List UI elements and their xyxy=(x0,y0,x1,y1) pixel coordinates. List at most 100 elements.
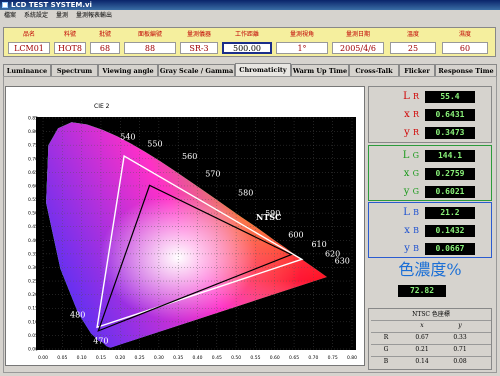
tab-flicker[interactable]: Flicker xyxy=(399,64,435,76)
green-y-label: y G xyxy=(403,186,419,197)
ntsc-table-title: NTSC 色座標 xyxy=(412,311,450,318)
y-tick-label: 0.60 xyxy=(28,183,38,189)
wavelength-label: 600 xyxy=(288,231,303,240)
info-label: 品名 xyxy=(22,31,35,38)
info-label: 工作距離 xyxy=(234,31,259,38)
tab-response-time[interactable]: Response Time xyxy=(435,64,497,76)
tab-gray-scale-gamma[interactable]: Gray Scale / Gamma xyxy=(158,64,235,76)
info-working-distance: 工作距離 500.00 xyxy=(222,30,272,54)
red-y-row: y R 0.3473 xyxy=(369,124,493,142)
info-value[interactable]: 68 xyxy=(90,42,120,54)
x-tick-label: 0.20 xyxy=(115,355,125,361)
info-label: 量測視角 xyxy=(289,31,314,38)
menu-file[interactable]: 檔案 xyxy=(4,12,16,19)
table-cell: 0.14 xyxy=(415,358,429,365)
info-value[interactable]: SR-3 xyxy=(180,42,218,54)
info-viewing-angle: 量測視角 1° xyxy=(276,30,328,54)
blue-y-label: y B xyxy=(404,243,419,254)
table-cell: G xyxy=(383,346,389,353)
info-label: 面板編號 xyxy=(137,31,162,38)
red-y-value: 0.3473 xyxy=(425,127,475,139)
color-saturation-title: 色濃度% xyxy=(398,260,462,279)
x-tick-label: 0.25 xyxy=(135,355,145,361)
info-value[interactable]: 1° xyxy=(276,42,328,54)
green-luminance-label: L G xyxy=(402,150,419,161)
menu-measure[interactable]: 量測 xyxy=(56,12,68,19)
menu-bar: 檔案 系統設定 量測 量測報表輸出 xyxy=(0,11,500,21)
tab-chromaticity[interactable]: Chromaticity xyxy=(235,63,291,76)
info-value[interactable]: 500.00 xyxy=(222,42,272,54)
info-panel-number: 面板編號 88 xyxy=(124,30,176,54)
tab-viewing-angle[interactable]: Viewing angle xyxy=(98,64,158,76)
info-product-name: 品名 LCM01 xyxy=(8,30,50,54)
y-tick-label: 0.80 xyxy=(28,129,38,135)
menu-report-output[interactable]: 量測報表輸出 xyxy=(76,12,112,19)
tab-luminance[interactable]: Luminance xyxy=(3,64,51,76)
info-value[interactable]: LCM01 xyxy=(8,42,50,54)
blue-x-label: x B xyxy=(404,225,419,236)
header-cell: x xyxy=(420,322,424,329)
title-bar: LCD TEST SYSTEM.vi xyxy=(0,0,500,10)
blue-x-row: x B 0.1432 xyxy=(369,222,493,240)
ntsc-table-row-r: R 0.67 0.33 xyxy=(371,333,491,343)
green-y-row: y G 0.6021 xyxy=(369,183,493,201)
y-tick-label: 0.70 xyxy=(28,156,38,162)
menu-system-settings[interactable]: 系統設定 xyxy=(24,12,48,19)
x-tick-label: 0.00 xyxy=(38,355,48,361)
y-tick-label: 0.15 xyxy=(28,306,38,312)
info-value[interactable]: 88 xyxy=(124,42,176,54)
y-tick-label: 0.45 xyxy=(28,224,38,230)
info-measure-date: 量測日期 2005/4/6 xyxy=(332,30,384,54)
tab-cross-talk[interactable]: Cross-Talk xyxy=(349,64,399,76)
wavelength-label: 580 xyxy=(238,188,253,197)
x-tick-label: 0.55 xyxy=(250,355,260,361)
blue-luminance-row: L B 21.2 xyxy=(369,204,493,222)
green-x-row: x G 0.2759 xyxy=(369,165,493,183)
x-tick-label: 0.50 xyxy=(231,355,241,361)
x-tick-label: 0.70 xyxy=(308,355,318,361)
red-luminance-label: L R xyxy=(403,91,419,102)
tab-warm-up-time[interactable]: Warm Up Time xyxy=(291,64,349,76)
info-value[interactable]: 2005/4/6 xyxy=(332,42,384,54)
info-instrument: 量測儀器 SR-3 xyxy=(180,30,218,54)
table-cell: R xyxy=(383,334,389,341)
y-tick-label: 0.85 xyxy=(28,116,38,122)
x-tick-label: 0.05 xyxy=(57,355,67,361)
x-axis-ticks: 0.00 0.05 0.10 0.15 0.20 0.25 0.30 0.35 0.40 0.45… xyxy=(38,355,357,361)
window-title: LCD TEST SYSTEM.vi xyxy=(11,1,92,9)
app-icon xyxy=(2,2,8,8)
info-humidity: 濕度 60 xyxy=(442,30,488,54)
info-value[interactable]: 25 xyxy=(390,42,436,54)
green-x-label: x G xyxy=(403,168,419,179)
x-tick-label: 0.40 xyxy=(192,355,202,361)
x-tick-label: 0.30 xyxy=(154,355,164,361)
chart-title: CIE 2 xyxy=(94,103,110,110)
wavelength-label: 630 xyxy=(335,256,350,265)
x-tick-label: 0.45 xyxy=(212,355,222,361)
y-tick-label: 0.10 xyxy=(28,319,38,325)
green-x-value: 0.2759 xyxy=(425,168,475,180)
green-y-value: 0.6021 xyxy=(425,186,475,198)
info-value[interactable]: 60 xyxy=(442,42,488,54)
info-value[interactable]: HOT8 xyxy=(54,42,86,54)
table-cell: 0.33 xyxy=(453,334,467,341)
info-label: 料號 xyxy=(63,31,76,38)
table-cell: 0.67 xyxy=(415,334,429,341)
info-label: 溫度 xyxy=(406,31,419,38)
green-luminance-row: L G 144.1 xyxy=(369,147,493,165)
y-tick-label: 0.35 xyxy=(28,251,38,257)
x-tick-label: 0.15 xyxy=(96,355,106,361)
info-part-number: 料號 HOT8 xyxy=(54,30,86,54)
green-readout-group: L G 144.1 x G 0.2759 y G 0.6021 xyxy=(368,145,492,201)
red-x-row: x R 0.6431 xyxy=(369,106,493,124)
red-x-label: x R xyxy=(404,109,419,120)
x-tick-label: 0.35 xyxy=(173,355,183,361)
red-luminance-value: 55.4 xyxy=(425,91,475,103)
y-tick-label: 0.50 xyxy=(28,211,38,217)
wavelength-label: 470 xyxy=(93,337,108,346)
table-cell: 0.21 xyxy=(415,346,429,353)
tab-spectrum[interactable]: Spectrum xyxy=(51,64,98,76)
wavelength-label: 550 xyxy=(147,140,162,149)
header-cell: y xyxy=(458,322,462,329)
table-cell: 0.08 xyxy=(453,358,467,365)
